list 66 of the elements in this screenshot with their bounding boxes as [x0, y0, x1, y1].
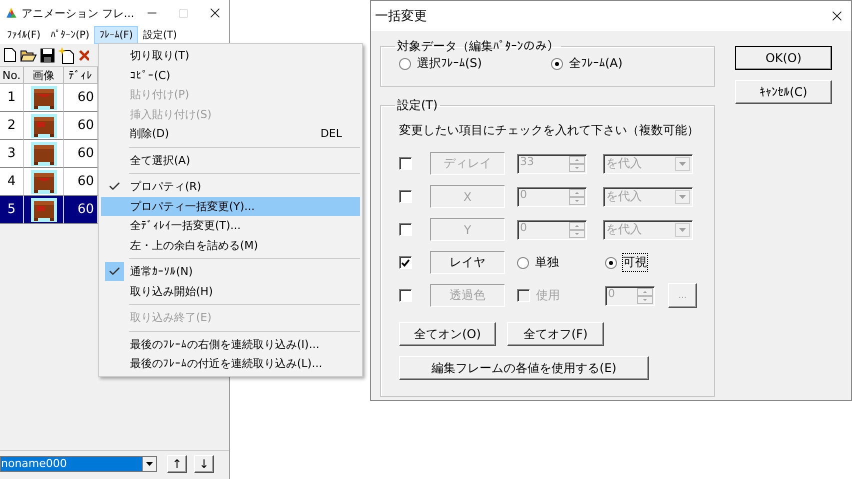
new-file-icon[interactable]: [3, 47, 17, 63]
menu-title[interactable]: ﾌｧｲﾙ(F): [2, 26, 46, 44]
delay-cell: 60: [64, 140, 98, 168]
group-title: 対象データ（編集ﾊﾟﾀｰﾝのみ）: [396, 38, 560, 55]
menu-item[interactable]: プロパティ(R): [101, 177, 360, 196]
radio-option[interactable]: 可視: [605, 254, 693, 271]
window-title: アニメーション フレ...: [21, 6, 134, 20]
menu-item[interactable]: 通常ｶｰｿﾙ(N): [101, 262, 360, 282]
dropdown-arrow-icon[interactable]: [146, 462, 153, 466]
apply-button[interactable]: 編集フレームの各値を使用する(E): [399, 356, 649, 380]
checkbox[interactable]: [399, 190, 412, 203]
dialog-button[interactable]: OK(O): [735, 46, 832, 70]
checkbox[interactable]: [399, 256, 412, 269]
checkbox[interactable]: [399, 157, 412, 170]
checkbox[interactable]: [399, 223, 412, 236]
instruction-text: 変更したい項目にチェックを入れて下さい（複数可能）: [399, 122, 700, 139]
menu-title[interactable]: ﾊﾟﾀｰﾝ(P): [46, 26, 94, 44]
new-frame-icon[interactable]: [58, 46, 76, 64]
column-header[interactable]: No.: [0, 67, 24, 84]
menu-item[interactable]: 全て選択(A): [101, 150, 360, 170]
radio-option[interactable]: 全ﾌﾚｰﾑ(A): [551, 55, 703, 72]
column-header[interactable]: ﾃﾞｨﾚ: [64, 67, 98, 84]
column-header[interactable]: 画像: [24, 67, 64, 84]
menu-item[interactable]: 全ﾃﾞｨﾚｲ一括変更(T)...: [101, 216, 360, 236]
spin-arrows-icon[interactable]: [637, 288, 653, 304]
menu-item[interactable]: ｺﾋﾟｰ(C): [101, 66, 360, 85]
toggle-all-button[interactable]: 全てオフ(F): [507, 322, 604, 346]
frame-number-cell: 1: [0, 84, 24, 112]
property-label: Y: [430, 218, 505, 241]
delay-cell: 60: [64, 168, 98, 196]
dialog-title: 一括変更: [375, 8, 427, 25]
open-folder-icon[interactable]: [20, 48, 37, 62]
menu-item[interactable]: 左・上の余白を詰める(M): [101, 236, 360, 255]
dialog-button[interactable]: ｷｬﾝｾﾙ(C): [735, 80, 832, 104]
toggle-all-button[interactable]: 全てオン(O): [399, 322, 496, 346]
pattern-combo[interactable]: noname000: [0, 456, 157, 472]
group-title: 設定(T): [396, 97, 439, 114]
menu-item[interactable]: 削除(D) DEL: [101, 124, 360, 144]
spin-arrows-icon[interactable]: [569, 222, 585, 238]
property-label: X: [430, 185, 505, 208]
menu-item[interactable]: 最後のﾌﾚｰﾑの付近を連続取り込み(L)...: [101, 354, 360, 374]
checkbox[interactable]: [399, 289, 412, 302]
delete-icon[interactable]: [79, 48, 89, 62]
property-label: 透過色: [430, 284, 505, 307]
property-label: ディレイ: [430, 152, 505, 175]
menu-title[interactable]: 設定(T): [138, 25, 182, 45]
frame-number-cell: 5: [0, 196, 24, 224]
frame-number-cell: 4: [0, 168, 24, 196]
save-icon[interactable]: [40, 48, 55, 62]
delay-cell: 60: [64, 112, 98, 140]
frame-number-cell: 3: [0, 140, 24, 168]
move-button[interactable]: ↑: [167, 455, 187, 473]
property-label: レイヤ: [430, 251, 505, 274]
radio-option[interactable]: 単独: [517, 254, 605, 271]
spin-arrows-icon[interactable]: [569, 188, 585, 204]
spin-arrows-icon[interactable]: [569, 156, 585, 172]
menu-item[interactable]: 最後のﾌﾚｰﾑの右側を連続取り込み(I)...: [101, 334, 360, 354]
radio-option[interactable]: 選択ﾌﾚｰﾑ(S): [399, 55, 551, 72]
move-button[interactable]: ↓: [194, 455, 214, 473]
frame-number-cell: 2: [0, 112, 24, 140]
menu-title[interactable]: ﾌﾚｰﾑ(F): [94, 26, 138, 44]
delay-cell: 60: [64, 84, 98, 112]
menu-item[interactable]: 切り取り(T): [101, 46, 360, 66]
menu-item[interactable]: プロパティ一括変更(Y)...: [101, 196, 360, 216]
menu-item[interactable]: 取り込み開始(H): [101, 282, 360, 301]
delay-cell: 60: [64, 196, 98, 224]
